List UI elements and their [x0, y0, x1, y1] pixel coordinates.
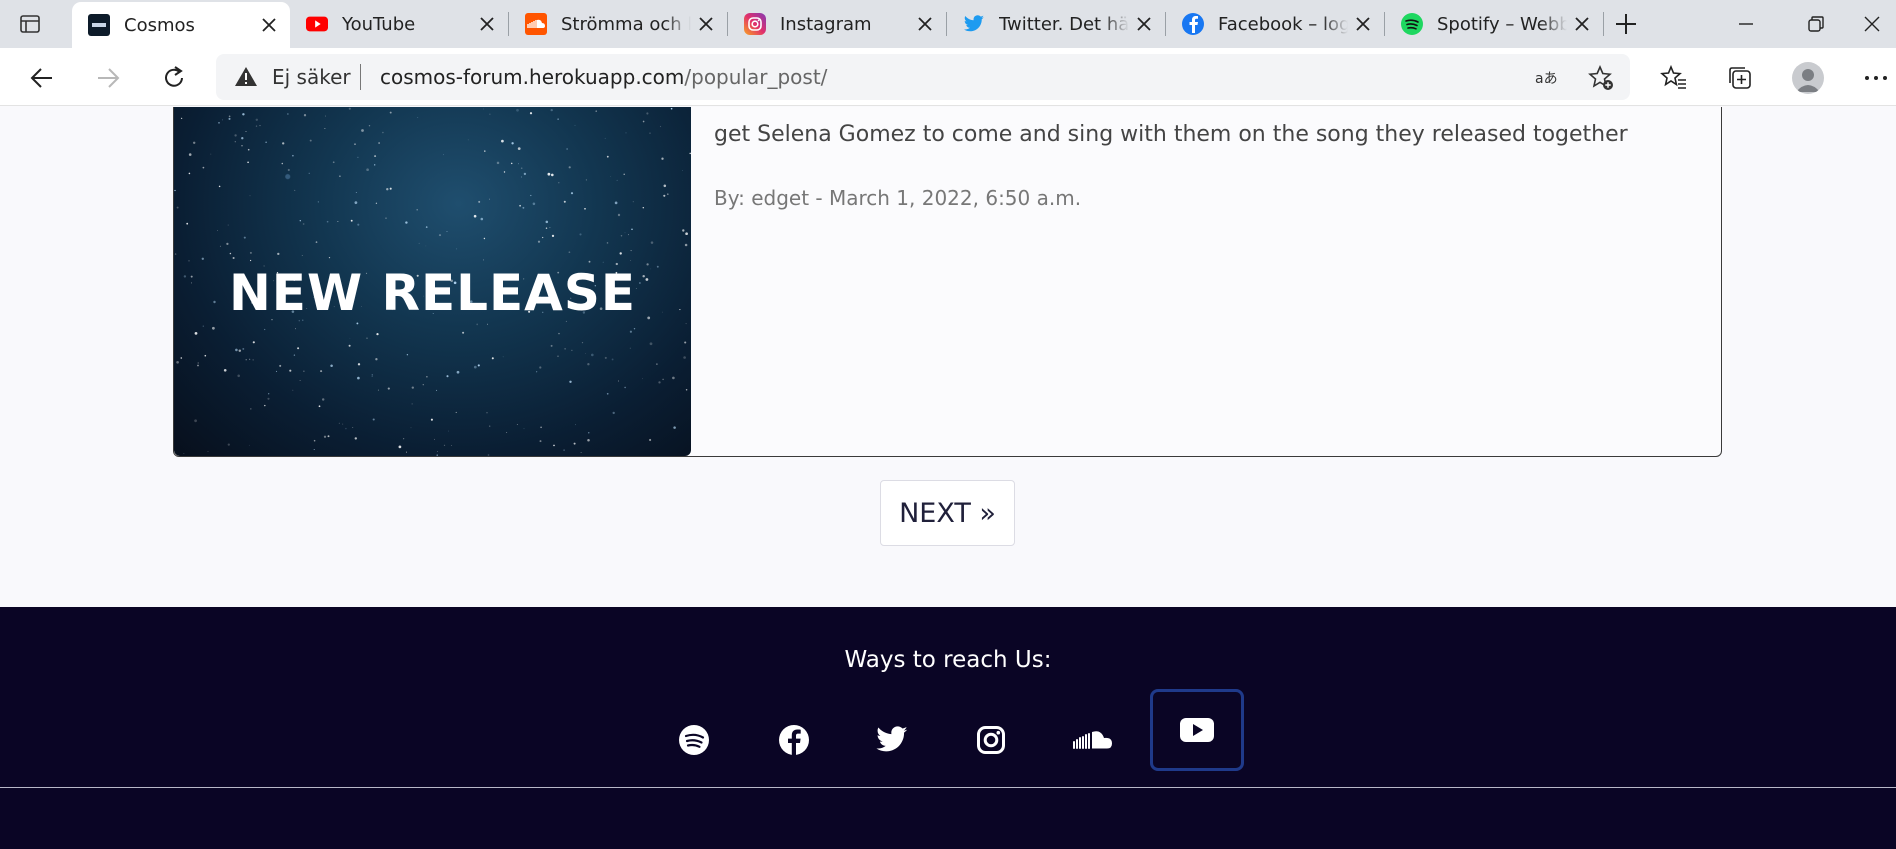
close-tab-icon[interactable]	[260, 16, 278, 34]
footer: Ways to reach Us:	[0, 607, 1896, 849]
tab-title: Twitter. Det här händer	[999, 13, 1129, 35]
restore-icon[interactable]	[1804, 12, 1828, 36]
url-host: cosmos-forum.herokuapp.com	[380, 65, 685, 89]
close-tab-icon[interactable]	[1573, 15, 1591, 33]
spotify-link[interactable]	[661, 707, 727, 773]
read-aloud-icon[interactable]: aあ	[1534, 66, 1562, 90]
next-page-button[interactable]: NEXT »	[880, 480, 1015, 546]
svg-text:aあ: aあ	[1535, 71, 1558, 87]
twitter-link[interactable]	[859, 707, 925, 773]
tab-soundcloud[interactable]: Strömma och lyssna	[509, 0, 727, 48]
footer-title: Ways to reach Us:	[844, 647, 1052, 673]
url-path: /popular_post/	[684, 65, 828, 89]
address-bar[interactable]: Ej säker cosmos-forum.herokuapp.com/popu…	[216, 54, 1630, 100]
close-tab-icon[interactable]	[1135, 15, 1153, 33]
footer-divider	[0, 787, 1896, 788]
collections-icon[interactable]	[1726, 64, 1754, 92]
new-tab-icon[interactable]	[1612, 10, 1640, 38]
tab-actions-icon[interactable]	[18, 12, 42, 36]
tab-title: YouTube	[342, 13, 416, 35]
post-excerpt: get Selena Gomez to come and sing with t…	[714, 122, 1628, 147]
soundcloud-link[interactable]	[1060, 707, 1126, 773]
security-label[interactable]: Ej säker	[272, 65, 351, 89]
tab-strip: Cosmos YouTube Strömma och lyssna Instag…	[0, 0, 1896, 48]
close-tab-icon[interactable]	[1354, 15, 1372, 33]
instagram-icon	[977, 726, 1005, 754]
youtube-icon	[1180, 718, 1214, 742]
spotify-icon	[679, 725, 709, 755]
minimize-icon[interactable]	[1734, 12, 1758, 36]
url-text[interactable]: cosmos-forum.herokuapp.com/popular_post/	[380, 65, 827, 89]
profile-avatar[interactable]	[1792, 62, 1824, 94]
tab-title: Facebook – logga in	[1218, 13, 1348, 35]
forward-icon[interactable]	[94, 64, 122, 92]
tab-separator	[1603, 12, 1604, 36]
post-card[interactable]: NEW RELEASE get Selena Gomez to come and…	[173, 107, 1722, 457]
tab-facebook[interactable]: Facebook – logga in	[1166, 0, 1384, 48]
youtube-link[interactable]	[1150, 689, 1244, 771]
facebook-link[interactable]	[761, 707, 827, 773]
close-tab-icon[interactable]	[916, 15, 934, 33]
spotify-favicon-icon	[1401, 13, 1423, 35]
facebook-favicon-icon	[1182, 13, 1204, 35]
page-content: NEW RELEASE get Selena Gomez to come and…	[0, 107, 1896, 849]
twitter-favicon-icon	[963, 13, 985, 35]
close-window-icon[interactable]	[1860, 12, 1884, 36]
tab-cosmos[interactable]: Cosmos	[72, 2, 290, 48]
tab-title: Cosmos	[124, 14, 195, 36]
browser-toolbar: Ej säker cosmos-forum.herokuapp.com/popu…	[0, 48, 1896, 106]
facebook-icon	[779, 725, 809, 755]
add-favorite-icon[interactable]	[1588, 65, 1614, 91]
tab-title: Instagram	[780, 13, 872, 35]
post-meta: By: edget - March 1, 2022, 6:50 a.m.	[714, 186, 1082, 210]
close-tab-icon[interactable]	[697, 15, 715, 33]
tab-instagram[interactable]: Instagram	[728, 0, 946, 48]
tab-twitter[interactable]: Twitter. Det här händer	[947, 0, 1165, 48]
post-image[interactable]: NEW RELEASE	[174, 107, 691, 456]
tab-title: Strömma och lyssna	[561, 13, 691, 35]
close-tab-icon[interactable]	[478, 15, 496, 33]
soundcloud-favicon-icon	[525, 13, 547, 35]
tab-title: Spotify – Webbspelare	[1437, 13, 1567, 35]
tab-spotify[interactable]: Spotify – Webbspelare	[1385, 0, 1603, 48]
post-image-caption: NEW RELEASE	[228, 264, 637, 322]
warning-icon[interactable]	[234, 65, 258, 89]
address-divider	[360, 64, 361, 90]
twitter-icon	[876, 726, 908, 752]
favorites-icon[interactable]	[1660, 64, 1688, 92]
back-icon[interactable]	[28, 64, 56, 92]
soundcloud-icon	[1073, 731, 1112, 749]
cosmos-favicon-icon	[88, 14, 110, 36]
refresh-icon[interactable]	[160, 64, 188, 92]
youtube-favicon-icon	[306, 13, 328, 35]
instagram-favicon-icon	[744, 13, 766, 35]
instagram-link[interactable]	[958, 707, 1024, 773]
more-options-icon[interactable]	[1862, 64, 1890, 92]
tab-youtube[interactable]: YouTube	[290, 0, 508, 48]
